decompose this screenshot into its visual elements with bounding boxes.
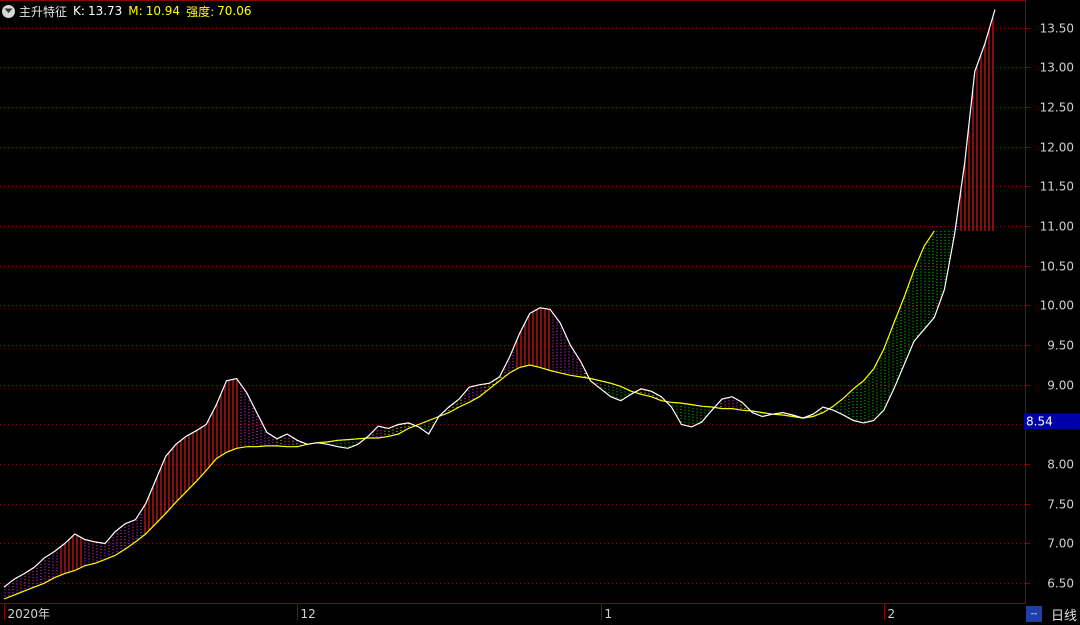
strength-label: 强度: xyxy=(186,3,214,20)
k-label: K: xyxy=(73,4,85,18)
y-tick-label: 10.00 xyxy=(1040,299,1074,313)
strength-value: 70.06 xyxy=(217,4,251,18)
y-tick-label: 6.50 xyxy=(1047,577,1074,591)
y-tick-label: 11.50 xyxy=(1040,180,1074,194)
period-selector[interactable]: -- 日线 xyxy=(1026,604,1080,624)
m-value: 10.94 xyxy=(146,4,180,18)
x-axis-bar xyxy=(0,603,1026,625)
chart-canvas: 6.507.007.508.008.509.009.5010.0010.5011… xyxy=(0,0,1080,624)
y-tick-label: 11.00 xyxy=(1040,220,1074,234)
y-tick-label: 9.00 xyxy=(1047,379,1074,393)
period-label: 日线 xyxy=(1051,605,1077,624)
y-tick-label: 10.50 xyxy=(1040,260,1074,274)
period-toggle-button[interactable]: -- xyxy=(1026,606,1042,622)
y-tick-label: 13.50 xyxy=(1040,22,1074,36)
price-marker: 8.54 xyxy=(1024,413,1080,429)
y-tick-label: 12.00 xyxy=(1040,141,1074,155)
m-label: M: xyxy=(128,4,142,18)
y-tick-label: 13.00 xyxy=(1040,61,1074,75)
indicator-name: 主升特征 xyxy=(19,3,67,20)
y-tick-label: 12.50 xyxy=(1040,101,1074,115)
plot-background xyxy=(0,0,1080,624)
price-marker-label: 8.54 xyxy=(1026,414,1053,428)
y-tick-label: 8.00 xyxy=(1047,458,1074,472)
y-tick-label: 7.50 xyxy=(1047,498,1074,512)
chevron-down-icon[interactable] xyxy=(2,5,15,18)
y-tick-label: 9.50 xyxy=(1047,339,1074,353)
indicator-header: 主升特征 K: 13.73 M: 10.94 强度: 70.06 xyxy=(2,2,257,20)
y-tick-label: 7.00 xyxy=(1047,537,1074,551)
k-value: 13.73 xyxy=(88,4,122,18)
